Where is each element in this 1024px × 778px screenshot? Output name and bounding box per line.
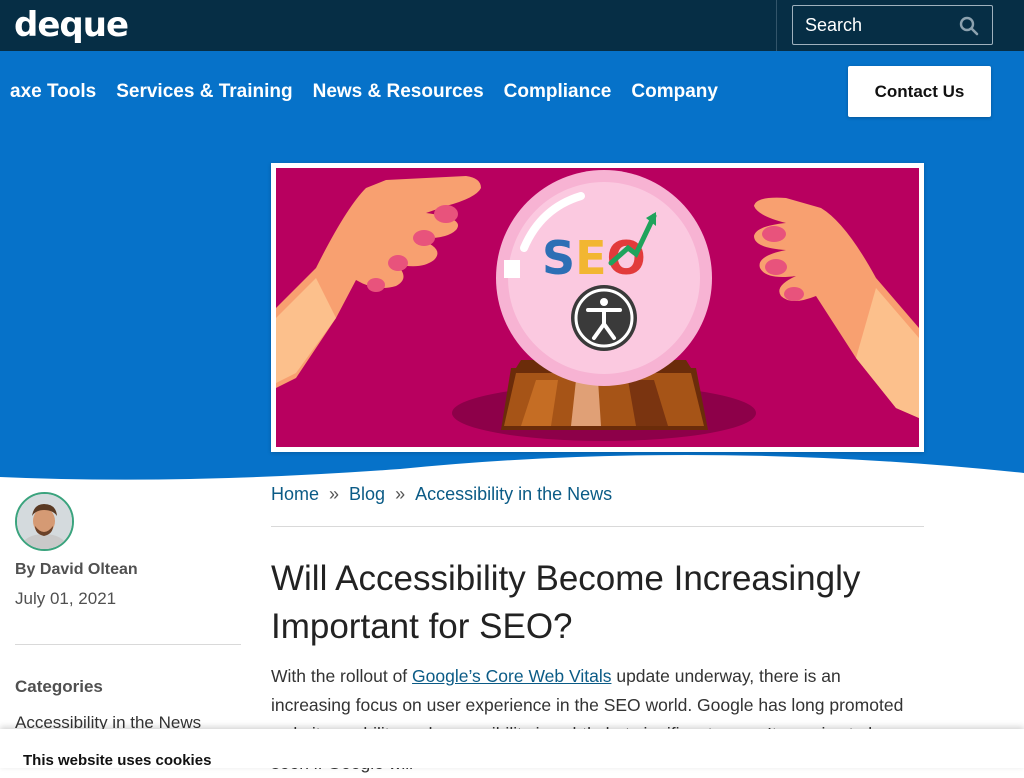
nav-item-axe-tools[interactable]: axe Tools <box>10 80 96 106</box>
breadcrumb-separator: » <box>329 484 340 504</box>
core-web-vitals-link[interactable]: Google’s Core Web Vitals <box>412 666 611 686</box>
author-name[interactable]: By David Oltean <box>15 560 138 580</box>
article-text: With the rollout of <box>271 666 413 686</box>
breadcrumb-separator: » <box>395 484 406 504</box>
content-divider <box>271 526 924 527</box>
nav-item-company[interactable]: Company <box>631 80 718 106</box>
cookie-banner-title: This website uses cookies <box>23 752 212 769</box>
breadcrumb-current[interactable]: Accessibility in the News <box>415 483 612 505</box>
seo-text: SEO <box>542 231 646 285</box>
hero-image-frame: SEO <box>271 163 924 452</box>
nav-item-compliance[interactable]: Compliance <box>504 80 612 106</box>
publish-date: July 01, 2021 <box>15 589 117 608</box>
nav-item-news-resources[interactable]: News & Resources <box>313 80 484 106</box>
seo-crystal-ball-illustration: SEO <box>276 168 919 447</box>
sidebar-divider <box>15 644 241 645</box>
article-title: Will Accessibility Become Increasingly I… <box>271 559 861 646</box>
search-input[interactable]: Search <box>792 5 993 45</box>
topbar-divider <box>776 0 777 51</box>
breadcrumb-blog[interactable]: Blog <box>349 483 385 505</box>
breadcrumb-home[interactable]: Home <box>271 483 319 505</box>
accessibility-icon <box>571 285 637 351</box>
top-bar: deque Search <box>0 0 1024 51</box>
contact-us-button[interactable]: Contact Us <box>848 66 991 117</box>
author-avatar <box>15 492 74 551</box>
categories-heading: Categories <box>15 677 103 696</box>
nav-item-services-training[interactable]: Services & Training <box>116 80 292 106</box>
breadcrumb: Home » Blog » Accessibility in the News <box>271 483 612 505</box>
search-placeholder: Search <box>805 15 863 35</box>
main-nav: axe Tools Services & Training News & Res… <box>10 80 718 106</box>
cookie-banner: This website uses cookies <box>0 729 1024 769</box>
search-icon[interactable] <box>959 16 979 36</box>
deque-logo[interactable]: deque <box>14 6 129 44</box>
